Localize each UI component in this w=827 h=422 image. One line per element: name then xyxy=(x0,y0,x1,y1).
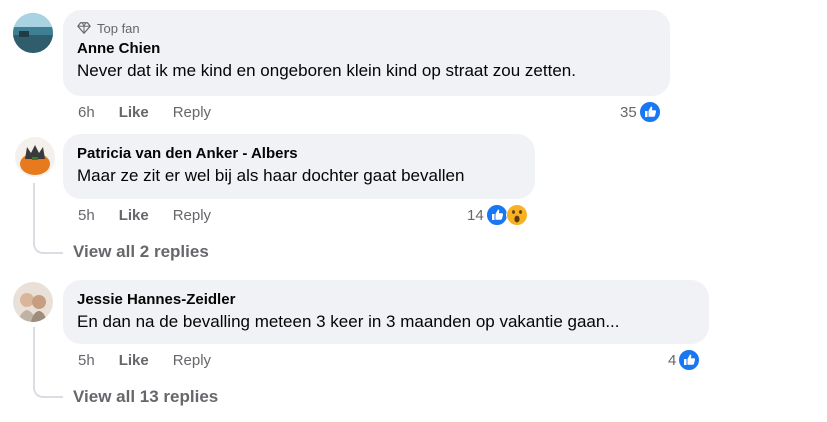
comment-bubble: Patricia van den Anker - Albers Maar ze … xyxy=(63,134,535,199)
view-replies-link[interactable]: View all 13 replies xyxy=(73,387,218,407)
avatar-patricia[interactable] xyxy=(15,137,55,177)
diamond-icon xyxy=(77,22,91,34)
reaction-summary[interactable]: 35 xyxy=(620,101,661,123)
like-icon xyxy=(678,349,701,371)
comment-time[interactable]: 5h xyxy=(78,352,95,369)
comment-bubble: Jessie Hannes-Zeidler En dan na de beval… xyxy=(63,280,709,344)
like-icon xyxy=(485,204,508,226)
like-icon xyxy=(638,101,661,123)
thread-line xyxy=(33,327,35,377)
wow-icon xyxy=(505,204,528,226)
reply-button[interactable]: Reply xyxy=(173,104,211,121)
reaction-count: 4 xyxy=(668,351,677,369)
like-button[interactable]: Like xyxy=(119,104,149,121)
comment-time[interactable]: 6h xyxy=(78,104,95,121)
badge-label: Top fan xyxy=(97,20,140,36)
comment-bubble: Top fan Anne Chien Never dat ik me kind … xyxy=(63,10,670,96)
top-fan-badge: Top fan xyxy=(77,19,658,37)
reaction-summary[interactable]: 4 xyxy=(668,349,701,371)
reply-button[interactable]: Reply xyxy=(173,207,211,224)
comment-author[interactable]: Jessie Hannes-Zeidler xyxy=(77,290,697,310)
reaction-summary[interactable]: 14 xyxy=(467,204,528,226)
comment-author[interactable]: Anne Chien xyxy=(77,39,658,59)
avatar-anne-chien[interactable] xyxy=(13,13,53,53)
thread-connector xyxy=(33,232,63,254)
comment-actions: 5h Like Reply xyxy=(78,352,235,369)
view-replies-link[interactable]: View all 2 replies xyxy=(73,242,209,262)
thread-line xyxy=(33,183,35,233)
avatar-jessie[interactable] xyxy=(13,282,53,322)
comment-actions: 6h Like Reply xyxy=(78,104,235,121)
like-button[interactable]: Like xyxy=(119,352,149,369)
reaction-count: 35 xyxy=(620,103,637,121)
comment-text: Never dat ik me kind en ongeboren klein … xyxy=(77,61,576,80)
reaction-count: 14 xyxy=(467,206,484,224)
thread-connector xyxy=(33,376,63,398)
comment-actions: 5h Like Reply xyxy=(78,207,235,224)
comment-author[interactable]: Patricia van den Anker - Albers xyxy=(77,144,523,164)
like-button[interactable]: Like xyxy=(119,207,149,224)
comment-text: Maar ze zit er wel bij als haar dochter … xyxy=(77,166,465,185)
comment-time[interactable]: 5h xyxy=(78,207,95,224)
reply-button[interactable]: Reply xyxy=(173,352,211,369)
comment-text: En dan na de bevalling meteen 3 keer in … xyxy=(77,312,620,331)
